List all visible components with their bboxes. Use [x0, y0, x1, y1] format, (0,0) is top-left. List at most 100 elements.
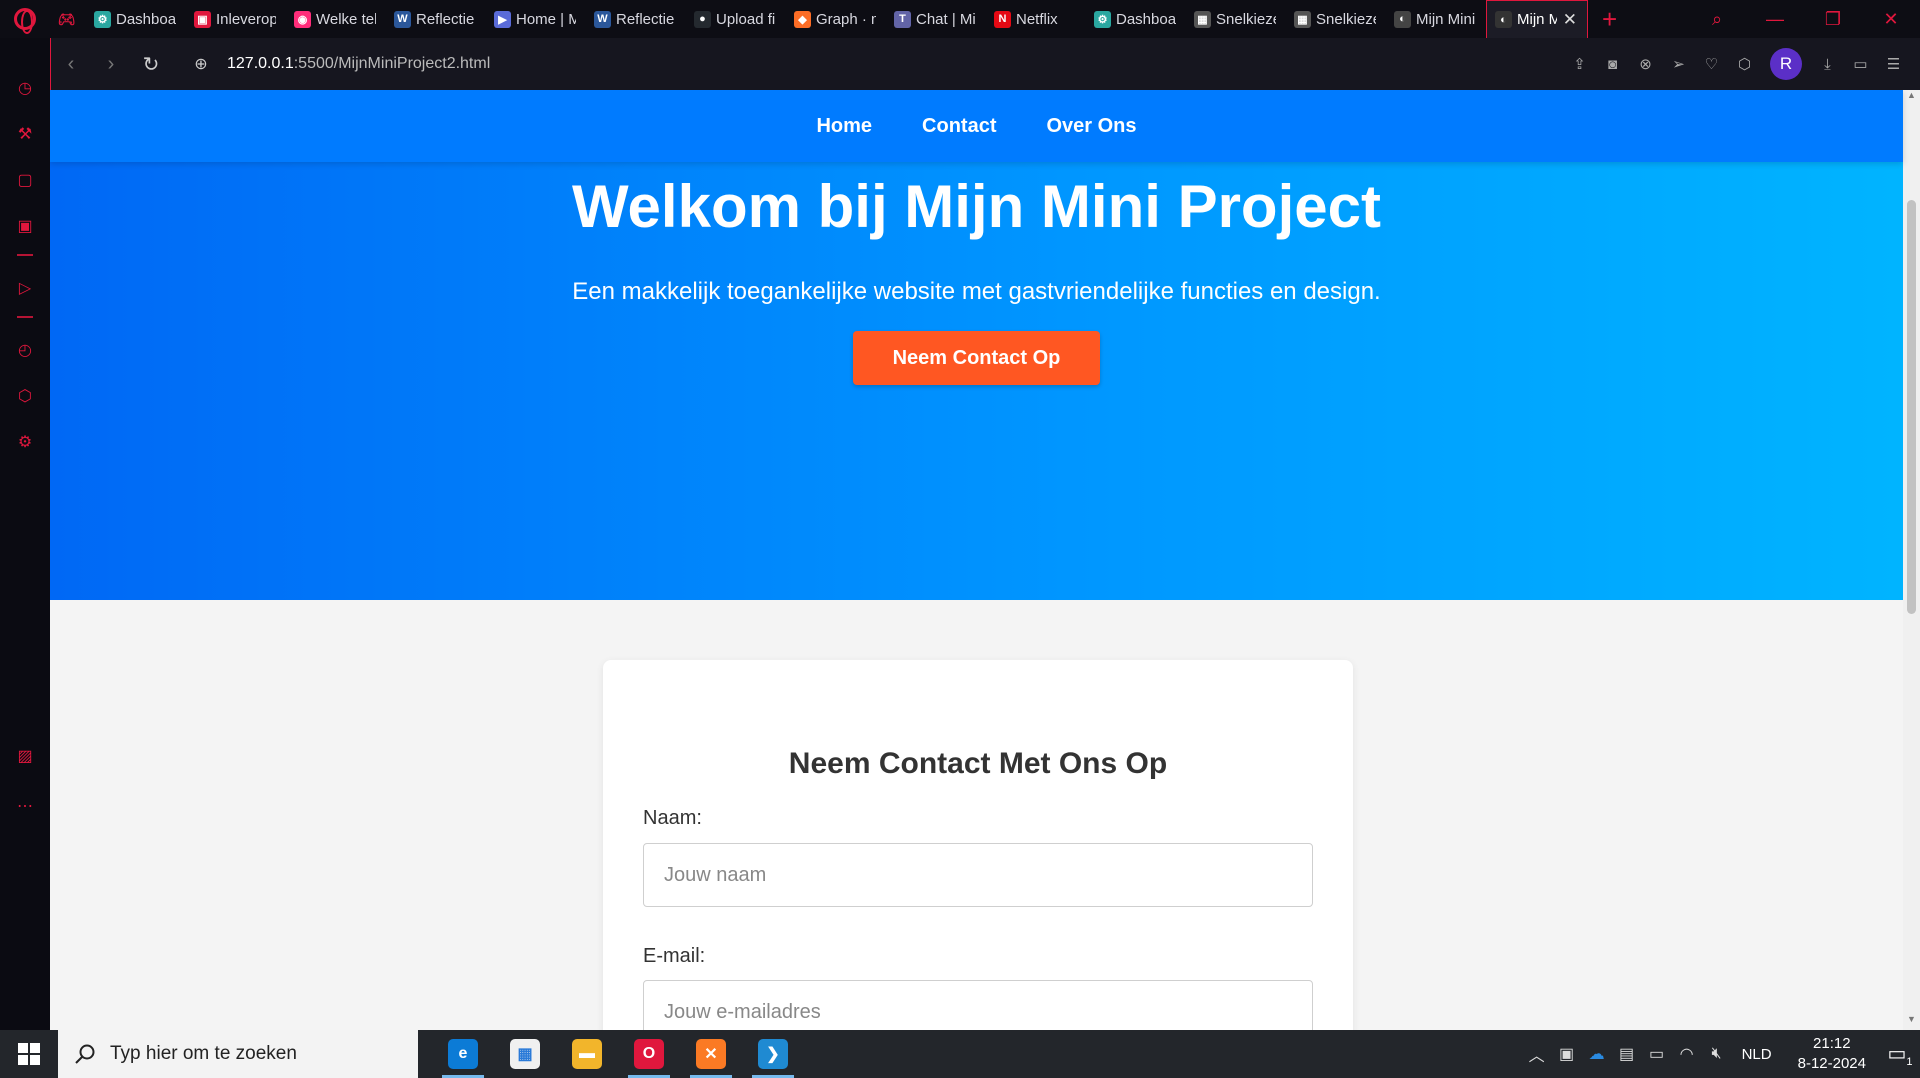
browser-tab[interactable]: ⚙ Dashboard [86, 0, 186, 38]
start-button[interactable] [0, 1030, 58, 1078]
tab-title: Graph · main [816, 10, 876, 28]
taskbar-app[interactable]: ❯ [742, 1030, 804, 1078]
search-placeholder: Typ hier om te zoeken [110, 1043, 297, 1064]
share-icon[interactable]: ⇪ [1563, 49, 1596, 79]
language-indicator[interactable]: NLD [1742, 1046, 1772, 1063]
scroll-down-arrow-icon[interactable]: ▼ [1903, 1014, 1920, 1030]
reload-button[interactable]: ↻ [131, 44, 171, 84]
tab-favicon-icon: ▦ [1294, 10, 1311, 28]
gx-control-icon[interactable]: ⚒ [13, 122, 37, 146]
cpu-icon[interactable]: ▣ [13, 214, 37, 238]
download-icon[interactable]: ⤓ [1811, 49, 1844, 79]
site-info-icon[interactable]: ⊕ [183, 54, 219, 74]
page-scrollbar[interactable]: ▲ ▼ [1903, 90, 1920, 1030]
taskbar-app[interactable]: e [432, 1030, 494, 1078]
restore-button[interactable]: ❐ [1804, 0, 1862, 38]
back-button[interactable]: ‹ [51, 44, 91, 84]
tab-title: Netflix [1016, 10, 1058, 28]
chevron-up-icon[interactable]: ︿ [1522, 1042, 1552, 1066]
contact-form-card: Neem Contact Met Ons Op Naam: E-mail: [603, 660, 1353, 1030]
taskbar-app[interactable]: O [618, 1030, 680, 1078]
close-window-button[interactable]: ✕ [1862, 0, 1920, 38]
clock[interactable]: 21:12 8-12-2024 [1798, 1034, 1866, 1074]
browser-tab[interactable]: W Reflectie [586, 0, 686, 38]
twitch-icon[interactable]: ▢ [13, 168, 37, 192]
meet-now-icon[interactable]: ▣ [1552, 1044, 1582, 1064]
forward-button[interactable]: › [91, 44, 131, 84]
browser-tab[interactable]: ◐ Mijn Mini Project [1386, 0, 1486, 38]
adblock-icon[interactable]: ⊗ [1629, 49, 1662, 79]
browser-tab[interactable]: ◆ Graph · main [786, 0, 886, 38]
tab-title: Inleveropdracht [216, 10, 276, 28]
browser-tab[interactable]: ▶ Home | M [486, 0, 586, 38]
tab-title: Home | M [516, 10, 576, 28]
taskbar-app[interactable]: ▦ [494, 1030, 556, 1078]
tab-favicon-icon: N [994, 10, 1011, 28]
minimize-button[interactable]: — [1746, 0, 1804, 38]
more-icon[interactable]: ⋯ [13, 794, 37, 818]
gallery-icon[interactable]: ▨ [13, 744, 37, 768]
tab-title: Snelkiezer [1316, 10, 1376, 28]
sidebar-divider [17, 254, 33, 256]
taskbar-search[interactable]: Typ hier om te zoeken [58, 1030, 418, 1078]
opera-logo-icon[interactable] [0, 0, 50, 38]
browser-tab-strip: 🎮︎ ⚙ Dashboard ▣ Inleveropdracht ◉ Welke teks… [0, 0, 1920, 38]
speed-dial-icon[interactable]: ◷ [13, 76, 37, 100]
tab-favicon-icon: W [394, 10, 411, 28]
tab-active[interactable]: ◐ Mijn Mini Project ✕ [1486, 0, 1588, 38]
tab-favicon-icon: ⚙ [94, 10, 111, 28]
browser-tab[interactable]: ▣ Inleveropdracht [186, 0, 286, 38]
browser-tab[interactable]: W Reflectie [386, 0, 486, 38]
browser-tab[interactable]: N Netflix [986, 0, 1086, 38]
clock-time: 21:12 [1813, 1035, 1851, 1052]
cube-icon[interactable]: ⬡ [13, 384, 37, 408]
tab-gx[interactable]: 🎮︎ [50, 0, 86, 38]
tab-favicon-icon: ▣ [194, 10, 211, 28]
nav-home[interactable]: Home [816, 115, 872, 138]
send-icon[interactable]: ➢ [1662, 49, 1695, 79]
site-navbar: Home Contact Over Ons [50, 90, 1903, 162]
nav-over-ons[interactable]: Over Ons [1046, 115, 1136, 138]
browser-tab[interactable]: ▦ Snelkiezer [1286, 0, 1386, 38]
browser-tab[interactable]: ● Upload files [686, 0, 786, 38]
app-icon: ▦ [510, 1039, 540, 1069]
name-input[interactable] [643, 843, 1313, 907]
contact-cta-button[interactable]: Neem Contact Op [853, 331, 1100, 385]
scrollbar-thumb[interactable] [1907, 200, 1916, 614]
notification-center-icon[interactable]: ▭1 [1880, 1041, 1920, 1068]
browser-tab[interactable]: ⚙ Dashboard [1086, 0, 1186, 38]
camera-icon[interactable]: ◙ [1596, 49, 1629, 79]
email-input[interactable] [643, 980, 1313, 1030]
browser-tab[interactable]: ◉ Welke tekst [286, 0, 386, 38]
tab-favicon-icon: W [594, 10, 611, 28]
heart-icon[interactable]: ♡ [1695, 49, 1728, 79]
app-icon: O [634, 1039, 664, 1069]
windows-logo-icon [18, 1043, 40, 1065]
nav-contact[interactable]: Contact [922, 115, 996, 138]
form-title: Neem Contact Met Ons Op [788, 747, 1168, 780]
tab-favicon-icon: ▶ [494, 10, 511, 28]
close-tab-icon[interactable]: ✕ [1563, 10, 1577, 30]
taskbar-app[interactable]: ✕ [680, 1030, 742, 1078]
browser-tab[interactable]: T Chat | Microsoft Teams [886, 0, 986, 38]
browser-tab[interactable]: ▦ Snelkiezer [1186, 0, 1286, 38]
url-field[interactable]: 127.0.0.1:5500/MijnMiniProject2.html [227, 55, 490, 73]
tab-title: Dashboard [116, 10, 176, 28]
volume-muted-icon[interactable]: 🔇︎ [1702, 1045, 1732, 1063]
settings-icon[interactable]: ⚙ [13, 430, 37, 454]
display-icon[interactable]: ▤ [1612, 1044, 1642, 1064]
onedrive-icon[interactable]: ☁ [1582, 1044, 1612, 1064]
wifi-icon[interactable]: ◠ [1672, 1044, 1702, 1064]
player-icon[interactable]: ▷ [13, 276, 37, 300]
taskbar-app[interactable]: ▬ [556, 1030, 618, 1078]
easy-setup-icon[interactable]: ☰ [1877, 49, 1910, 79]
history-icon[interactable]: ◴ [13, 338, 37, 362]
extensions-icon[interactable]: ⬡ [1728, 49, 1761, 79]
profile-avatar[interactable]: R [1770, 48, 1802, 80]
battery-tray-icon[interactable]: ▭ [1642, 1044, 1672, 1064]
new-tab-button[interactable]: + [1602, 4, 1632, 35]
search-tabs-icon[interactable]: ⌕ [1688, 0, 1746, 38]
battery-icon[interactable]: ▭ [1844, 49, 1877, 79]
scroll-up-arrow-icon[interactable]: ▲ [1903, 90, 1920, 106]
tab-title: Reflectie [616, 10, 675, 28]
